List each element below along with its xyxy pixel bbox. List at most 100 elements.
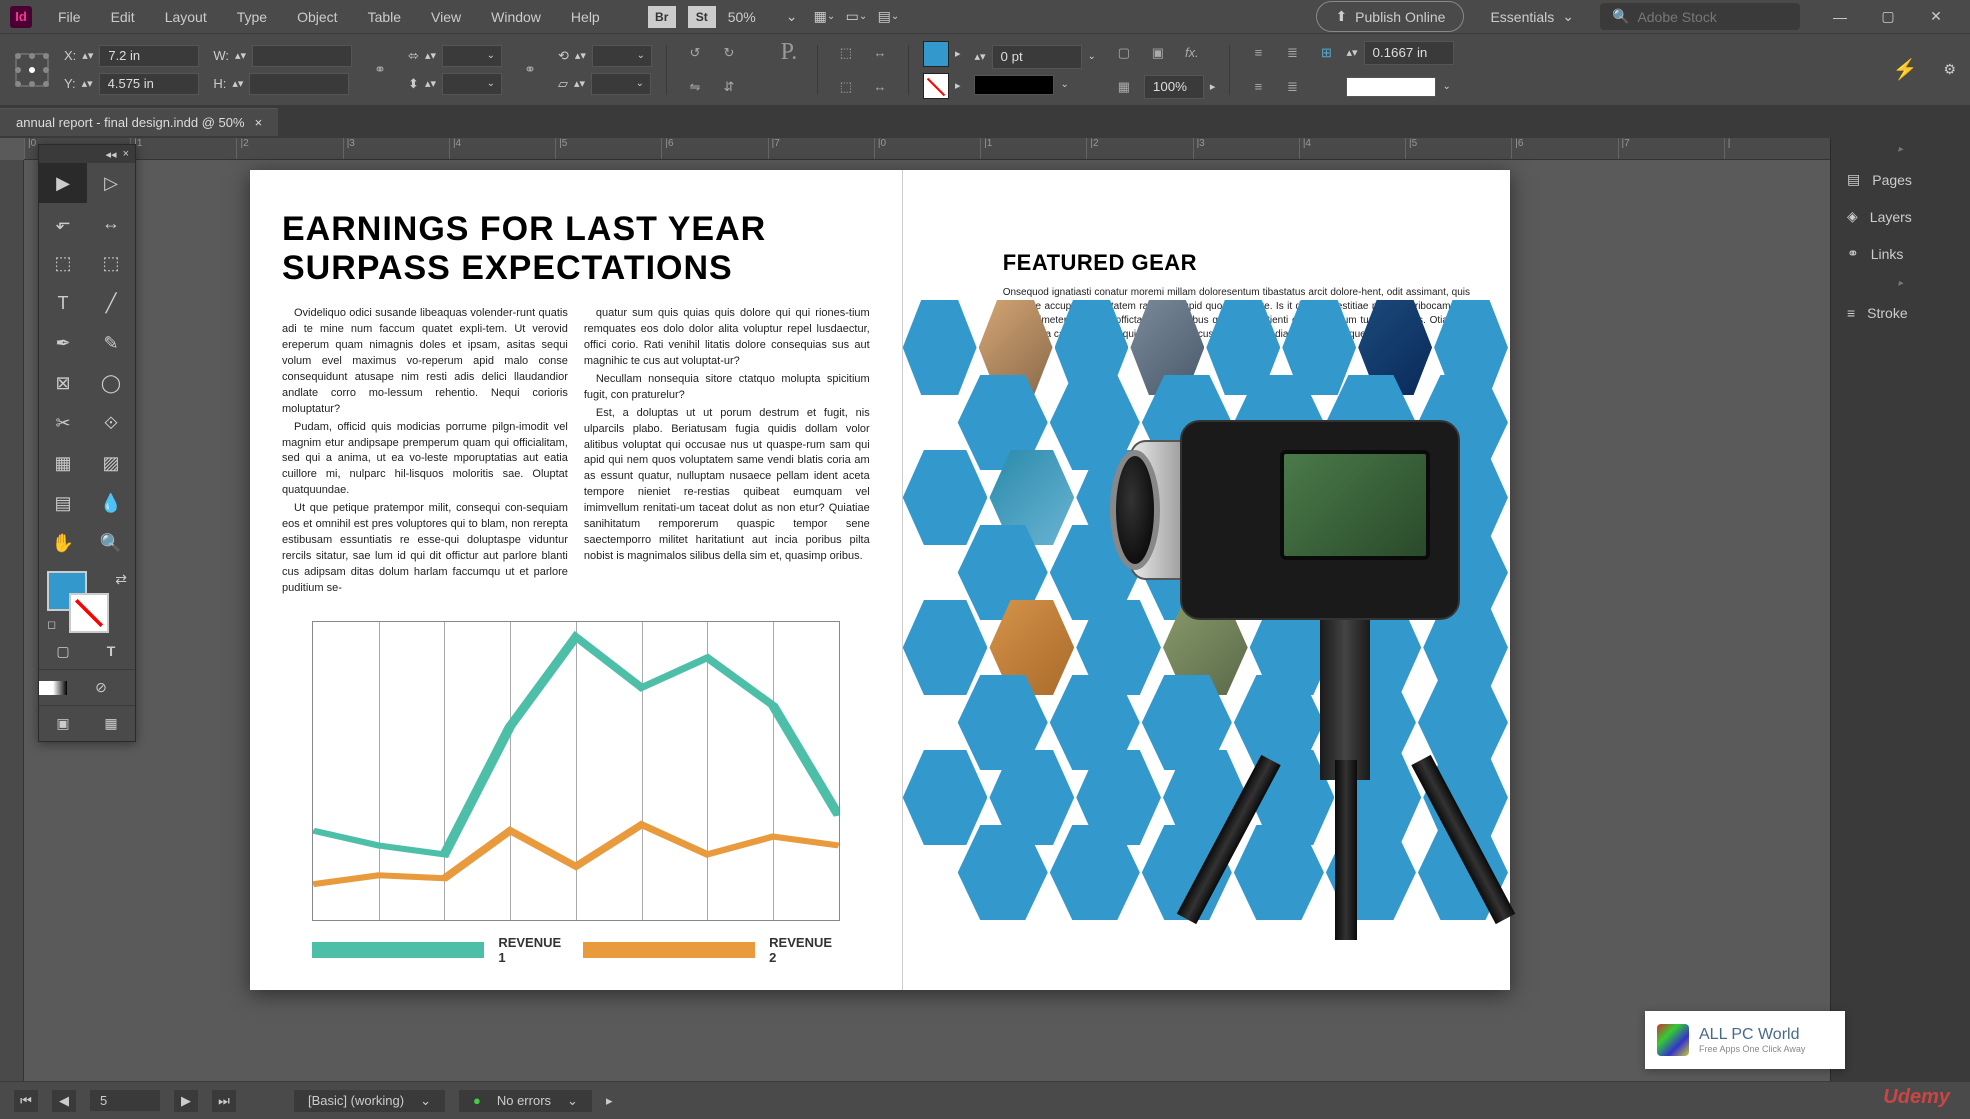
apply-color-icon[interactable]: ▢ bbox=[39, 633, 87, 669]
eyedropper-tool[interactable]: 💧 bbox=[87, 483, 135, 523]
menu-help[interactable]: Help bbox=[557, 3, 614, 31]
left-page[interactable]: EARNINGS FOR LAST YEAR SURPASS EXPECTATI… bbox=[250, 170, 902, 990]
expand-icon[interactable]: ▸ bbox=[1210, 80, 1216, 93]
collapse-icon[interactable]: ◂◂ bbox=[106, 148, 117, 161]
menu-view[interactable]: View bbox=[417, 3, 475, 31]
right-page[interactable]: FEATURED GEAR Onsequod ignatiasti conatu… bbox=[903, 170, 1510, 990]
stepper-icon[interactable]: ▴▾ bbox=[1346, 46, 1357, 59]
workspace-select[interactable]: Essentials ⌄ bbox=[1480, 8, 1584, 25]
line-tool[interactable]: ╱ bbox=[87, 283, 135, 323]
fill-swatch[interactable] bbox=[923, 41, 949, 67]
ellipse-tool[interactable]: ◯ bbox=[87, 363, 135, 403]
format-none-icon[interactable]: ⊘ bbox=[67, 670, 135, 705]
stepper-icon[interactable]: ▴▾ bbox=[82, 77, 93, 90]
quick-apply-icon[interactable]: ⚡ bbox=[1893, 57, 1918, 82]
flip-v-icon[interactable]: ⇵ bbox=[715, 73, 743, 101]
w-input[interactable] bbox=[252, 45, 352, 67]
wrap-bounding-icon[interactable]: ≣ bbox=[1278, 39, 1306, 67]
stepper-icon[interactable]: ▴▾ bbox=[82, 49, 93, 62]
wrap-offset-input[interactable] bbox=[1364, 41, 1454, 65]
wrap-jump-icon[interactable]: ≡ bbox=[1244, 73, 1272, 101]
wrap-object-icon[interactable]: ⊞ bbox=[1312, 39, 1340, 67]
view-mode-normal-icon[interactable]: ▣ bbox=[39, 706, 87, 741]
stepper-icon[interactable]: ▴▾ bbox=[425, 49, 436, 62]
stock-search[interactable]: 🔍 Adobe Stock bbox=[1600, 3, 1800, 30]
wrap-none-icon[interactable]: ≡ bbox=[1244, 39, 1272, 67]
direct-selection-tool[interactable]: ▷ bbox=[87, 163, 135, 203]
panel-pages[interactable]: ▤Pages bbox=[1831, 161, 1970, 198]
stepper-icon[interactable]: ▴▾ bbox=[235, 49, 246, 62]
expand-icon[interactable]: ▸ bbox=[955, 47, 961, 60]
reference-point[interactable] bbox=[14, 52, 50, 88]
scale-y-select[interactable]: ⌄ bbox=[442, 73, 502, 95]
scissors-tool[interactable]: ✂ bbox=[39, 403, 87, 443]
minimize-button[interactable]: — bbox=[1816, 3, 1864, 31]
format-gradient-icon[interactable] bbox=[53, 681, 67, 695]
content-collector-tool[interactable]: ⬚ bbox=[39, 243, 87, 283]
flip-h-icon[interactable]: ⇋ bbox=[681, 73, 709, 101]
maximize-button[interactable]: ▢ bbox=[1864, 3, 1912, 31]
expand-icon[interactable]: ▸ bbox=[955, 79, 961, 92]
stepper-icon[interactable]: ▴▾ bbox=[974, 50, 985, 63]
corner-icon[interactable]: ▢ bbox=[1110, 39, 1138, 67]
stroke-color[interactable] bbox=[69, 593, 109, 633]
free-transform-tool[interactable]: ⟐ bbox=[87, 403, 135, 443]
canvas[interactable]: |0|1|2|3|4|5|6|7|0|1|2|3|4|5|6|7| ◂◂× ▶ … bbox=[0, 138, 1830, 1081]
menu-object[interactable]: Object bbox=[283, 3, 351, 31]
rotate-cw-icon[interactable]: ↻ bbox=[715, 39, 743, 67]
stepper-icon[interactable]: ▴▾ bbox=[425, 77, 436, 90]
constrain-icon[interactable]: ⚭ bbox=[366, 56, 394, 84]
stepper-icon[interactable]: ▴▾ bbox=[574, 77, 585, 90]
h-input[interactable] bbox=[249, 73, 349, 95]
panel-layers[interactable]: ◈Layers bbox=[1831, 198, 1970, 235]
shear-select[interactable]: ⌄ bbox=[591, 73, 651, 95]
preflight-status[interactable]: ●No errors⌄ bbox=[459, 1090, 592, 1112]
gradient-swatch-tool[interactable]: ▦ bbox=[39, 443, 87, 483]
stroke-style[interactable] bbox=[974, 75, 1054, 95]
prev-page-button[interactable]: ◀ bbox=[52, 1090, 76, 1112]
p-icon[interactable]: P. bbox=[775, 39, 803, 67]
wrap-column-icon[interactable]: ≣ bbox=[1278, 73, 1306, 101]
document-tab[interactable]: annual report - final design.indd @ 50% … bbox=[0, 108, 278, 136]
bridge-button[interactable]: Br bbox=[648, 6, 676, 28]
rotate-ccw-icon[interactable]: ↺ bbox=[681, 39, 709, 67]
gradient-swatch[interactable] bbox=[1346, 77, 1436, 97]
page-tool[interactable]: ⬐ bbox=[39, 203, 87, 243]
close-tab-icon[interactable]: × bbox=[255, 115, 263, 130]
select-container-icon[interactable]: ⬚ bbox=[832, 39, 860, 67]
gap-tool[interactable]: ↔ bbox=[87, 203, 135, 243]
view-mode-preview-icon[interactable]: ▦ bbox=[87, 706, 135, 741]
panel-stroke[interactable]: ≡Stroke bbox=[1831, 295, 1970, 331]
fx-icon[interactable]: fx. bbox=[1178, 39, 1206, 67]
ruler-vertical[interactable] bbox=[0, 160, 24, 1081]
rotate-select[interactable]: ⌄ bbox=[592, 45, 652, 67]
select-content-icon[interactable]: ↔ bbox=[866, 39, 894, 67]
stock-button[interactable]: St bbox=[688, 6, 716, 28]
format-container-icon[interactable] bbox=[39, 681, 53, 695]
next-page-button[interactable]: ▶ bbox=[174, 1090, 198, 1112]
menu-file[interactable]: File bbox=[44, 3, 95, 31]
select-prev-icon[interactable]: ⬚ bbox=[832, 73, 860, 101]
panel-links[interactable]: ⚭Links bbox=[1831, 235, 1970, 272]
stepper-icon[interactable]: ▴▾ bbox=[575, 49, 586, 62]
ruler-horizontal[interactable]: |0|1|2|3|4|5|6|7|0|1|2|3|4|5|6|7| bbox=[24, 138, 1830, 160]
selection-tool[interactable]: ▶ bbox=[39, 163, 87, 203]
gradient-feather-tool[interactable]: ▨ bbox=[87, 443, 135, 483]
select-next-icon[interactable]: ↔ bbox=[866, 73, 894, 101]
color-swatches[interactable]: ⇄ ◻ bbox=[39, 563, 135, 633]
opacity-input[interactable] bbox=[1144, 75, 1204, 99]
stroke-weight-input[interactable] bbox=[992, 45, 1082, 69]
zoom-select[interactable]: 50% ⌄ bbox=[718, 8, 808, 25]
first-page-button[interactable]: ⏮ bbox=[14, 1090, 38, 1112]
scale-x-select[interactable]: ⌄ bbox=[442, 45, 502, 67]
menu-layout[interactable]: Layout bbox=[151, 3, 221, 31]
zoom-tool[interactable]: 🔍 bbox=[87, 523, 135, 563]
expand-icon[interactable]: ▸ bbox=[606, 1093, 613, 1109]
menu-edit[interactable]: Edit bbox=[97, 3, 149, 31]
close-button[interactable]: ✕ bbox=[1912, 3, 1960, 31]
x-input[interactable] bbox=[99, 45, 199, 67]
menu-table[interactable]: Table bbox=[354, 3, 415, 31]
drop-shadow-icon[interactable]: ▣ bbox=[1144, 39, 1172, 67]
note-tool[interactable]: ▤ bbox=[39, 483, 87, 523]
y-input[interactable] bbox=[99, 73, 199, 95]
